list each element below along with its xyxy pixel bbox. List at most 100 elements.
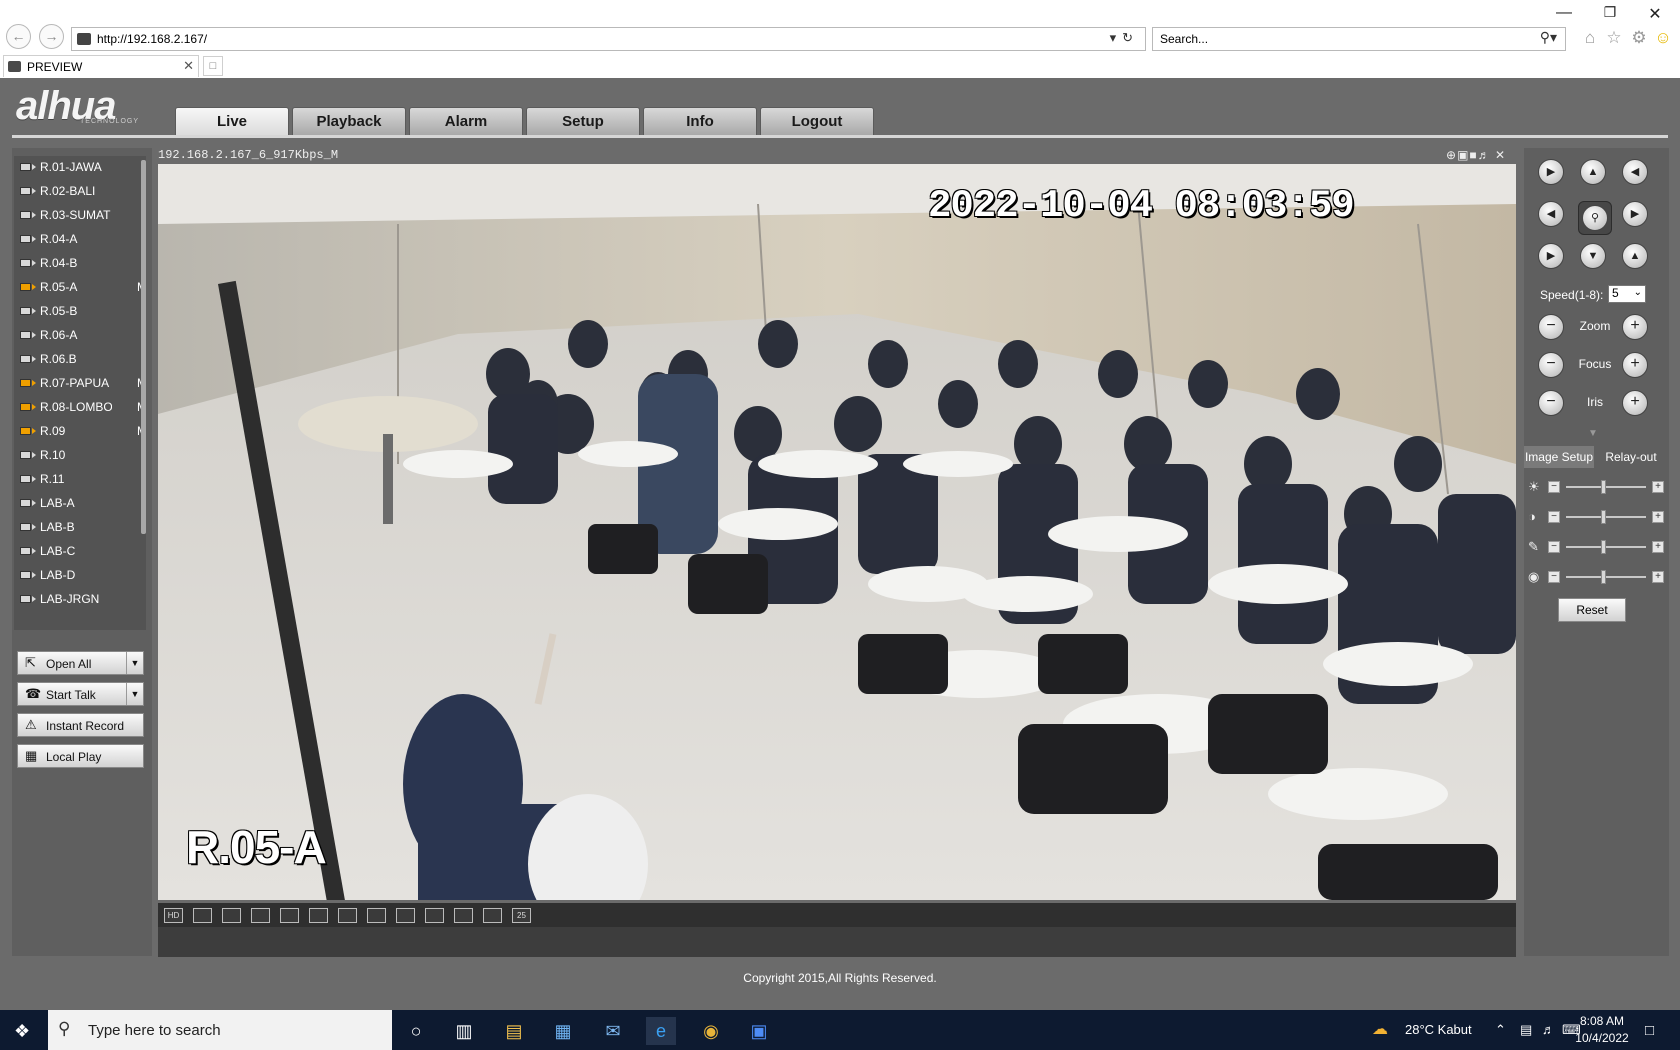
open-all-dropdown-icon[interactable]: ▼	[126, 652, 143, 674]
channel-item[interactable]: R.08-LOMBOM	[20, 396, 146, 418]
tab-alarm[interactable]: Alarm	[409, 107, 523, 135]
tab-live[interactable]: Live	[175, 107, 289, 135]
channel-item[interactable]: R.10	[20, 444, 145, 466]
tab-info[interactable]: Info	[643, 107, 757, 135]
zoom-in-button[interactable]: +	[1622, 314, 1648, 340]
layout-button[interactable]	[280, 908, 299, 923]
zoom-icon[interactable]: ⊕	[1446, 148, 1457, 162]
channel-item[interactable]: R.04-B	[20, 252, 145, 274]
back-button[interactable]: ←	[6, 24, 31, 49]
ptz-left-button[interactable]: ◀	[1538, 201, 1564, 227]
settings-gear-icon[interactable]: ⚙	[1629, 28, 1649, 48]
minimize-icon[interactable]: —	[1554, 4, 1574, 22]
store-icon[interactable]: ▦	[548, 1017, 578, 1045]
channel-item[interactable]: LAB-D	[20, 564, 145, 586]
restore-icon[interactable]: ❐	[1600, 4, 1620, 21]
tab-image-setup[interactable]: Image Setup	[1524, 446, 1594, 468]
layout-button[interactable]: HD	[164, 908, 183, 923]
network-icon[interactable]: ▤	[1520, 1022, 1532, 1038]
layout-button[interactable]: 25	[512, 908, 531, 923]
channel-item[interactable]: R.06-A	[20, 324, 145, 346]
hue-minus[interactable]: −	[1548, 571, 1560, 583]
notification-icon[interactable]: □	[1645, 1022, 1654, 1039]
layout-button[interactable]	[193, 908, 212, 923]
saturation-plus[interactable]: +	[1652, 541, 1664, 553]
local-play-button[interactable]: ▦ Local Play	[17, 744, 144, 768]
saturation-minus[interactable]: −	[1548, 541, 1560, 553]
channel-item[interactable]: R.07-PAPUAM	[20, 372, 146, 394]
task-view-icon[interactable]: ▥	[449, 1017, 479, 1045]
channel-item[interactable]: R.11	[20, 468, 145, 490]
channel-item[interactable]: LAB-B	[20, 516, 145, 538]
ptz-right-button[interactable]: ▶	[1622, 201, 1648, 227]
layout-button[interactable]	[483, 908, 502, 923]
channel-item[interactable]: R.05-AM	[20, 276, 146, 298]
mail-icon[interactable]: ✉	[598, 1017, 628, 1045]
tray-chevron-icon[interactable]: ⌃	[1495, 1022, 1506, 1038]
channel-item[interactable]: LAB-JRGN	[20, 588, 145, 610]
brightness-thumb[interactable]	[1601, 480, 1606, 494]
saturation-thumb[interactable]	[1601, 540, 1606, 554]
channel-item[interactable]: R.02-BALI	[20, 180, 145, 202]
reset-button[interactable]: Reset	[1558, 598, 1626, 622]
contrast-minus[interactable]: −	[1548, 511, 1560, 523]
layout-button[interactable]	[251, 908, 270, 923]
ptz-up-right-button[interactable]: ◀	[1622, 159, 1648, 185]
contrast-thumb[interactable]	[1601, 510, 1606, 524]
search-icon[interactable]: ⚲▾	[1540, 29, 1557, 46]
start-talk-button[interactable]: ☎ Start Talk ▼	[17, 682, 144, 706]
clock-time[interactable]: 8:08 AM	[1572, 1014, 1632, 1028]
focus-minus-button[interactable]: −	[1538, 352, 1564, 378]
address-bar[interactable]: http://192.168.2.167/ ▾↻	[71, 27, 1146, 51]
home-icon[interactable]: ⌂	[1580, 28, 1600, 48]
video-window-tools[interactable]: ⊕▣■♬ ✕	[1446, 148, 1506, 162]
channel-list-scrollbar[interactable]	[141, 160, 146, 534]
channel-item[interactable]: R.03-SUMAT	[20, 204, 145, 226]
contrast-slider[interactable]: ◑ − +	[1528, 509, 1668, 525]
tab-playback[interactable]: Playback	[292, 107, 406, 135]
internet-explorer-icon[interactable]: e	[646, 1017, 676, 1045]
ptz-zoom-box-button[interactable]: ⚲	[1582, 205, 1608, 231]
windows-start-icon[interactable]: ❖	[14, 1021, 30, 1042]
favorites-icon[interactable]: ☆	[1604, 28, 1624, 48]
iris-plus-button[interactable]: +	[1622, 390, 1648, 416]
zoom-app-icon[interactable]: ▣	[744, 1017, 774, 1045]
new-tab-button[interactable]: □	[203, 56, 223, 76]
hue-thumb[interactable]	[1601, 570, 1606, 584]
ptz-down-left-button[interactable]: ▶	[1538, 243, 1564, 269]
speed-select[interactable]: 5 ⌄	[1608, 285, 1646, 303]
channel-item[interactable]: R.06.B	[20, 348, 145, 370]
tab-setup[interactable]: Setup	[526, 107, 640, 135]
ptz-up-left-button[interactable]: ▶	[1538, 159, 1564, 185]
saturation-slider[interactable]: ✎ − +	[1528, 539, 1668, 555]
forward-button[interactable]: →	[39, 24, 64, 49]
search-input[interactable]: Search... ⚲▾	[1152, 27, 1566, 51]
open-all-button[interactable]: ⇱ Open All ▼	[17, 651, 144, 675]
channel-item[interactable]: R.01-JAWA	[20, 156, 145, 178]
focus-plus-button[interactable]: +	[1622, 352, 1648, 378]
layout-button[interactable]	[454, 908, 473, 923]
collapse-arrow-icon[interactable]: ▼	[1588, 428, 1598, 439]
tab-close-icon[interactable]: ✕	[183, 58, 194, 74]
zoom-out-button[interactable]: −	[1538, 314, 1564, 340]
taskbar-search-input[interactable]: ⚲ Type here to search	[48, 1010, 392, 1050]
cortana-icon[interactable]: ○	[401, 1017, 431, 1045]
layout-button[interactable]	[396, 908, 415, 923]
snapshot-icon[interactable]: ▣	[1457, 148, 1469, 162]
close-icon[interactable]: ✕	[1645, 4, 1665, 24]
file-explorer-icon[interactable]: ▤	[499, 1017, 529, 1045]
smiley-icon[interactable]: ☺	[1653, 28, 1673, 48]
layout-button[interactable]	[367, 908, 386, 923]
contrast-plus[interactable]: +	[1652, 511, 1664, 523]
browser-tab-preview[interactable]: PREVIEW ✕	[3, 55, 199, 77]
brightness-minus[interactable]: −	[1548, 481, 1560, 493]
channel-item[interactable]: LAB-A	[20, 492, 145, 514]
hue-slider[interactable]: ◉ − +	[1528, 569, 1668, 585]
record-icon[interactable]: ■	[1469, 148, 1477, 162]
ptz-down-right-button[interactable]: ▲	[1622, 243, 1648, 269]
chrome-icon[interactable]: ◉	[696, 1017, 726, 1045]
volume-icon[interactable]: ♬	[1542, 1022, 1555, 1037]
channel-item[interactable]: R.05-B	[20, 300, 145, 322]
start-talk-dropdown-icon[interactable]: ▼	[126, 683, 143, 705]
ptz-down-button[interactable]: ▼	[1580, 243, 1606, 269]
